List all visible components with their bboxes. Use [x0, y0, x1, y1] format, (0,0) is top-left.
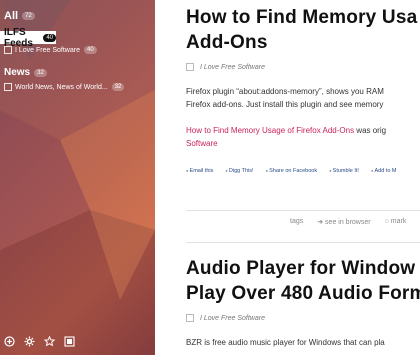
divider: [186, 210, 420, 211]
article-title-line2[interactable]: Add-Ons: [186, 30, 420, 55]
feed-count: 40: [83, 46, 97, 54]
category-news-count: 32: [34, 68, 47, 77]
article-1: How to Find Memory Usa Add-Ons: [186, 5, 420, 55]
sidebar: All 72 ILFS Feeds 40 I Love Free Softwar…: [0, 0, 155, 355]
article-body-line: Firefox add-ons. Just install this plugi…: [186, 100, 384, 109]
article-body: BZR is free audio music player for Windo…: [186, 336, 420, 349]
share-facebook-link[interactable]: Share on Facebook: [266, 168, 317, 174]
article-source-name[interactable]: I Love Free Software: [200, 315, 265, 322]
article-origin-link[interactable]: How to Find Memory Usage of Firefox Add-…: [186, 126, 354, 135]
feed-label: I Love Free Software: [15, 46, 80, 54]
see-in-browser-button[interactable]: ➜ see in browser: [317, 218, 370, 226]
sidebar-toolbar: [4, 335, 75, 350]
article-title-line2[interactable]: Play Over 480 Audio Form: [186, 281, 420, 306]
category-all-count: 72: [22, 12, 35, 20]
feed-world-news[interactable]: World News, News of World... 32: [0, 83, 155, 91]
mark-button[interactable]: ○ mark: [385, 218, 407, 226]
gear-icon[interactable]: [24, 336, 35, 350]
category-news[interactable]: News 32: [0, 67, 155, 78]
mark-label: mark: [390, 218, 407, 225]
feed-label: World News, News of World...: [15, 83, 108, 91]
arrow-right-icon: ➜: [317, 219, 326, 226]
see-in-browser-label: see in browser: [325, 219, 371, 226]
tags-button[interactable]: tags: [290, 218, 303, 226]
square-icon[interactable]: [64, 336, 75, 350]
article-body-line: Firefox plugin “about:addons-memory”, sh…: [186, 87, 384, 96]
feed-i-love-free-software[interactable]: I Love Free Software 40: [0, 46, 155, 54]
category-news-label: News: [4, 67, 31, 78]
share-email-link[interactable]: Email this: [186, 168, 214, 174]
article-origin-link-line2[interactable]: Software: [186, 137, 420, 150]
feed-checkbox-icon: [4, 83, 12, 91]
article-2: Audio Player for Window Play Over 480 Au…: [186, 256, 420, 306]
article-actions: tags ➜ see in browser ○ mark: [290, 218, 406, 226]
article-origin-text: was orig: [354, 126, 387, 135]
share-links: Email this Digg This! Share on Facebook …: [186, 168, 420, 174]
article-origin: How to Find Memory Usage of Firefox Add-…: [186, 124, 420, 150]
article-title[interactable]: Audio Player for Window: [186, 256, 420, 281]
feed-count: 32: [111, 83, 125, 91]
article-source: I Love Free Software: [186, 314, 420, 322]
feed-favicon-icon: [186, 314, 194, 322]
category-all-label: All: [4, 10, 19, 22]
article-title[interactable]: How to Find Memory Usa: [186, 5, 420, 30]
article-source: I Love Free Software: [186, 63, 420, 71]
article-source-name[interactable]: I Love Free Software: [200, 64, 265, 71]
star-icon[interactable]: [43, 335, 56, 350]
category-all[interactable]: All 72: [0, 10, 155, 22]
add-icon[interactable]: [4, 336, 15, 350]
divider: [186, 242, 420, 243]
share-digg-link[interactable]: Digg This!: [225, 168, 254, 174]
share-add-link[interactable]: Add to M: [371, 168, 396, 174]
category-ilfs-feeds[interactable]: ILFS Feeds 40: [0, 27, 56, 49]
article-body: Firefox plugin “about:addons-memory”, sh…: [186, 85, 420, 111]
category-ilfs-count: 40: [43, 33, 56, 42]
feed-favicon-icon: [186, 63, 194, 71]
article-body-line: BZR is free audio music player for Windo…: [186, 338, 385, 347]
share-stumble-link[interactable]: Stumble It!: [329, 168, 359, 174]
article-pane: How to Find Memory Usa Add-Ons I Love Fr…: [155, 0, 420, 355]
feed-checkbox-icon: [4, 46, 12, 54]
